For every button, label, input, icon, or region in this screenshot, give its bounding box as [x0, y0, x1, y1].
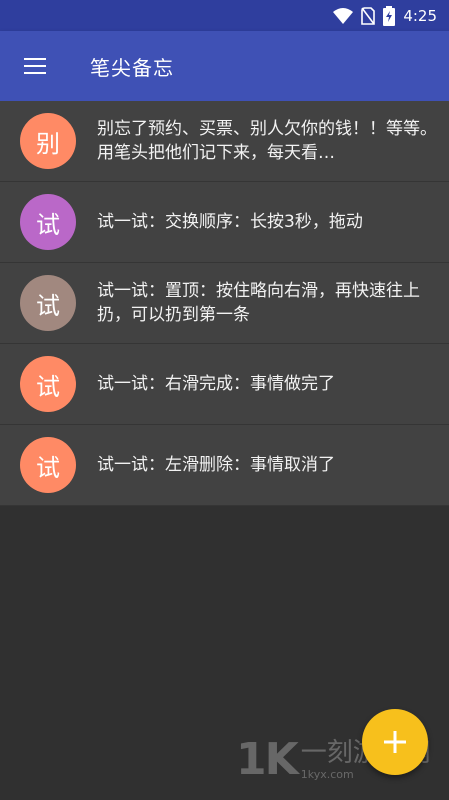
note-text: 别忘了预约、买票、别人欠你的钱！！等等。用笔头把他们记下来，每天看…: [97, 119, 437, 163]
battery-charging-icon: [383, 5, 396, 26]
note-text: 试一试：置顶：按住略向右滑，再快速往上扔，可以扔到第一条: [97, 281, 420, 325]
status-time: 4:25: [403, 6, 437, 25]
avatar: 试: [20, 437, 76, 493]
status-bar: 4:25: [0, 0, 449, 31]
list-item[interactable]: 试 试一试：右滑完成：事情做完了: [0, 344, 449, 425]
plus-icon: [384, 731, 406, 753]
add-note-button[interactable]: [362, 709, 428, 775]
watermark-logo: 1K: [236, 733, 299, 785]
list-item[interactable]: 试 试一试：交换顺序：长按3秒，拖动: [0, 182, 449, 263]
list-item[interactable]: 试 试一试：置顶：按住略向右滑，再快速往上扔，可以扔到第一条: [0, 263, 449, 344]
avatar: 别: [20, 113, 76, 169]
notes-list: 别 别忘了预约、买票、别人欠你的钱！！等等。用笔头把他们记下来，每天看… 试 试…: [0, 101, 449, 506]
list-item[interactable]: 别 别忘了预约、买票、别人欠你的钱！！等等。用笔头把他们记下来，每天看…: [0, 101, 449, 182]
wifi-icon: [333, 7, 354, 24]
no-sim-icon: [361, 6, 376, 25]
hamburger-menu-icon[interactable]: [0, 31, 70, 101]
avatar: 试: [20, 275, 76, 331]
avatar: 试: [20, 194, 76, 250]
app-title: 笔尖备忘: [90, 55, 174, 80]
avatar: 试: [20, 356, 76, 412]
list-item[interactable]: 试 试一试：左滑删除：事情取消了: [0, 425, 449, 506]
note-text: 试一试：交换顺序：长按3秒，拖动: [97, 212, 363, 232]
app-bar: 笔尖备忘: [0, 31, 449, 101]
note-text: 试一试：右滑完成：事情做完了: [97, 374, 335, 394]
note-text: 试一试：左滑删除：事情取消了: [97, 455, 335, 475]
